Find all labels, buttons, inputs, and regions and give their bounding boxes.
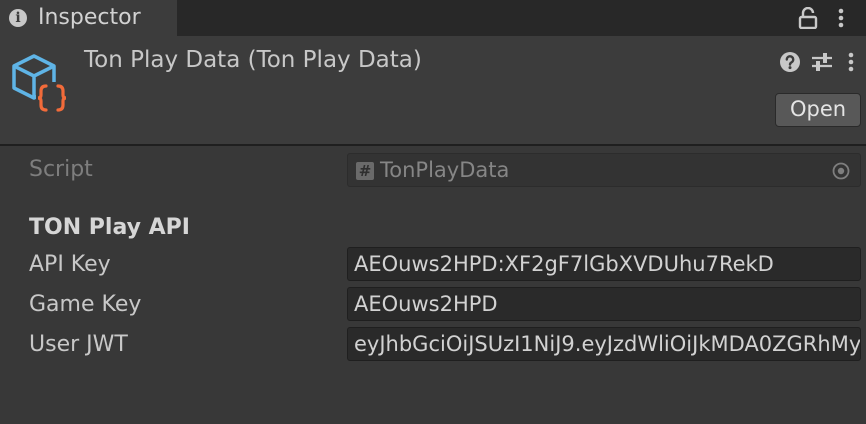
script-field[interactable]: # TonPlayData (347, 153, 861, 187)
user-jwt-label: User JWT (29, 332, 128, 357)
kebab-menu-icon[interactable] (836, 7, 846, 29)
asset-title: Ton Play Data (Ton Play Data) (84, 47, 422, 73)
section-title: TON Play API (29, 215, 190, 240)
component-menu-icon[interactable] (846, 51, 856, 73)
script-label: Script (29, 157, 93, 182)
tab-inspector[interactable]: i Inspector (0, 0, 177, 36)
tab-title: Inspector (38, 5, 141, 30)
info-icon: i (9, 9, 27, 27)
game-key-field[interactable]: AEOuws2HPD (347, 287, 861, 321)
help-icon[interactable] (779, 51, 801, 73)
open-button[interactable]: Open (775, 93, 861, 127)
scriptable-object-icon (12, 54, 68, 112)
preset-sliders-icon[interactable] (811, 51, 833, 73)
game-key-label: Game Key (29, 292, 142, 317)
lock-icon[interactable] (798, 7, 818, 29)
api-key-label: API Key (29, 252, 111, 277)
csharp-script-icon: # (356, 162, 374, 180)
inspector-header: Ton Play Data (Ton Play Data) Open (0, 36, 866, 144)
tab-bar: i Inspector (0, 0, 866, 36)
header-divider (0, 144, 866, 146)
script-value: TonPlayData (380, 158, 510, 182)
user-jwt-field[interactable]: eyJhbGciOiJSUzI1NiJ9.eyJzdWliOiJkMDA0ZGR… (347, 327, 861, 361)
object-picker-icon[interactable] (832, 162, 850, 180)
api-key-field[interactable]: AEOuws2HPD:XF2gF7lGbXVDUhu7RekD (347, 247, 861, 281)
